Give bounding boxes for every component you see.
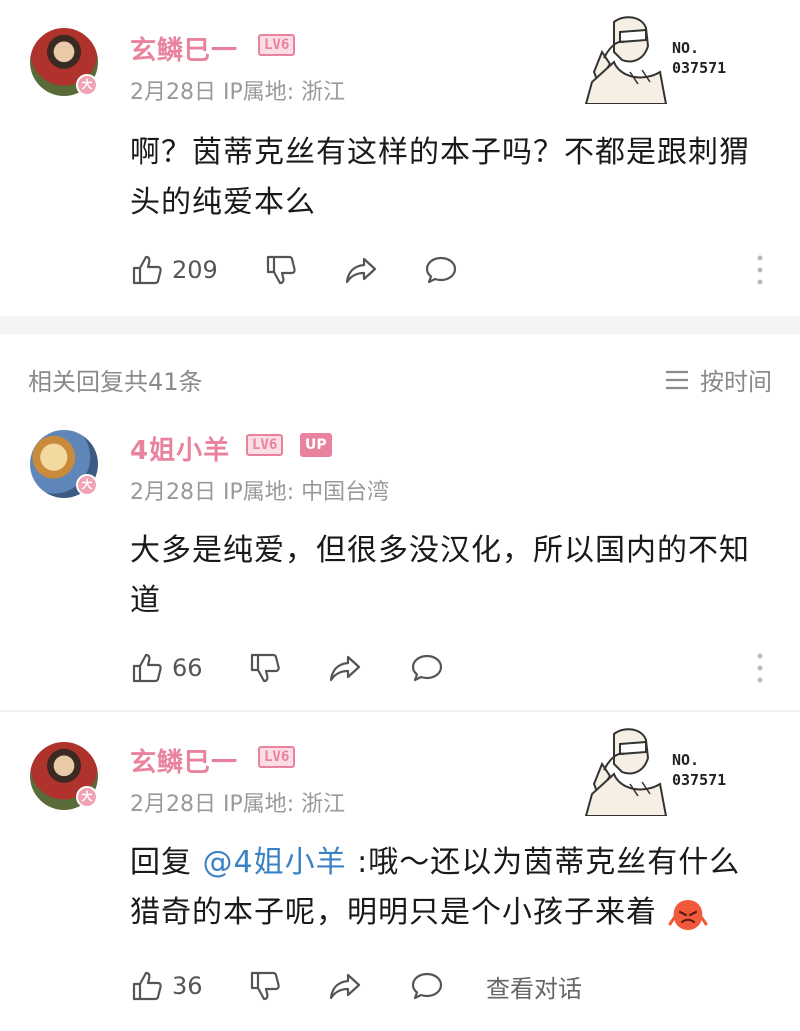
fan-sticker-figure-icon [584,16,668,105]
action-bar: 209 [130,250,780,290]
sticker-no-label: NO. [672,39,700,57]
sort-button[interactable]: 按时间 [664,362,772,397]
share-button[interactable] [344,250,378,290]
sort-icon [666,370,688,389]
comment-text: 大多是纯爱，但很多没汉化，所以国内的不知道 [130,533,750,618]
like-icon [132,653,162,683]
like-count: 66 [172,654,203,682]
share-icon [345,257,377,284]
dislike-button[interactable] [248,648,282,688]
comment-meta: 2月28日 IP属地: 中国台湾 [130,480,390,505]
username[interactable]: 玄鳞巳一 [130,742,238,779]
sticker-no-value: 037571 [672,59,727,77]
action-bar: 36 查看对话 [130,966,780,1006]
avatar-badge: 大 [76,786,98,808]
level-badge: LV6 [258,746,296,768]
up-badge: UP [300,433,332,457]
like-count: 36 [172,972,203,1000]
sort-label: 按时间 [700,368,772,396]
reply-count-title: 相关回复共41条 [28,368,203,396]
angry-emoji-icon [668,899,708,930]
mention-link[interactable]: @4姐小羊 [203,845,347,880]
like-button[interactable]: 36 [130,966,203,1006]
section-divider [0,316,800,334]
main-comment: 大 玄鳞巳一 LV6 2月28日 IP属地: 浙江 NO. 037571 啊？茵… [0,0,800,310]
like-icon [132,971,162,1001]
reply-item: 大 4姐小羊 LV6 UP 2月28日 IP属地: 中国台湾 大多是纯爱，但很多… [0,400,800,700]
like-button[interactable]: 66 [130,648,203,688]
reply-divider [0,710,800,712]
reply-item: 大 玄鳞巳一 LV6 2月28日 IP属地: 浙江 NO. 037571 回复 … [0,714,800,1031]
comment-text: 啊？茵蒂克丝有这样的本子吗？不都是跟刺猬头的纯爱本么 [130,135,750,220]
dislike-icon [266,255,296,285]
fan-sticker: NO. 037571 [584,12,754,105]
username[interactable]: 4姐小羊 [130,430,230,467]
sticker-number: NO. 037571 [672,750,726,790]
more-icon[interactable] [750,250,770,290]
comment-icon [411,654,443,682]
username[interactable]: 玄鳞巳一 [130,30,238,67]
view-dialog-link[interactable]: 查看对话 [486,966,582,1006]
comment-meta: 2月28日 IP属地: 浙江 [130,80,346,105]
sticker-number: NO. 037571 [672,38,726,78]
share-icon [329,973,361,1000]
fan-sticker-figure-icon [584,728,668,817]
more-icon[interactable] [750,648,770,688]
level-badge: LV6 [258,34,296,56]
dislike-icon [250,971,280,1001]
comment-text: 回复 @4姐小羊 :哦～还以为茵蒂克丝有什么猎奇的本子呢，明明只是个小孩子来着 [130,838,770,938]
reply-button[interactable] [424,250,458,290]
like-count: 209 [172,256,218,284]
sticker-no-value: 037571 [672,771,727,789]
sticker-no-label: NO. [672,751,700,769]
dislike-button[interactable] [264,250,298,290]
dislike-button[interactable] [248,966,282,1006]
comment-meta: 2月28日 IP属地: 浙江 [130,792,346,817]
avatar-badge: 大 [76,474,98,496]
comment-icon [411,972,443,1000]
share-icon [329,655,361,682]
level-badge: LV6 [246,434,284,456]
comment-page: 大 玄鳞巳一 LV6 2月28日 IP属地: 浙江 NO. 037571 啊？茵… [0,0,800,1031]
reply-button[interactable] [410,966,444,1006]
reply-button[interactable] [410,648,444,688]
avatar-badge: 大 [76,74,98,96]
reply-prefix: 回复 [130,845,203,880]
fan-sticker: NO. 037571 [584,724,754,817]
like-icon [132,255,162,285]
share-button[interactable] [328,648,362,688]
dislike-icon [250,653,280,683]
share-button[interactable] [328,966,362,1006]
comment-icon [425,256,457,284]
action-bar: 66 [130,648,780,688]
like-button[interactable]: 209 [130,250,218,290]
